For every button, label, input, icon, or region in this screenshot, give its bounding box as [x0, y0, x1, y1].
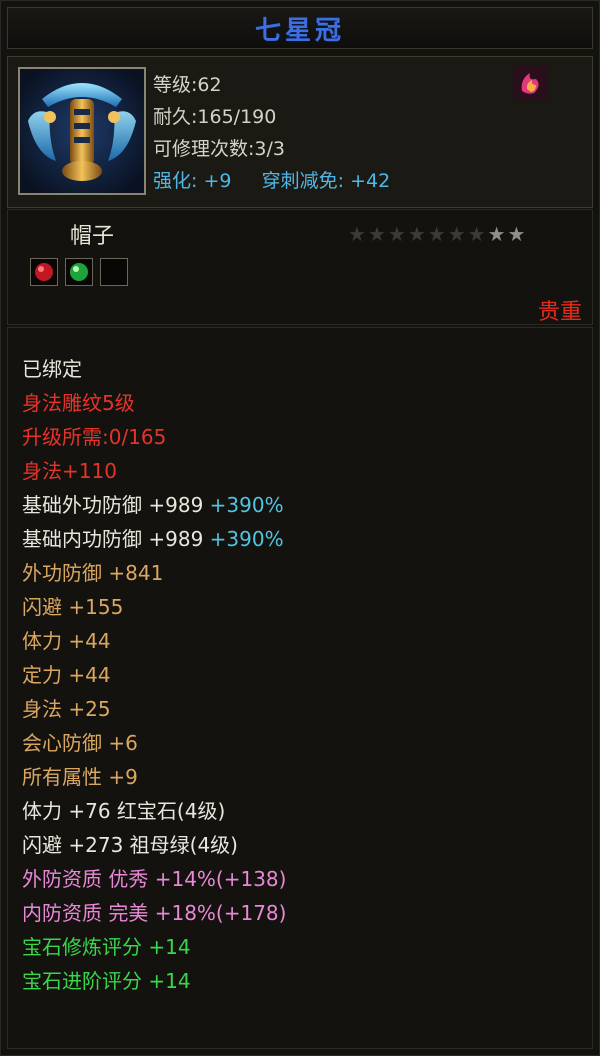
star-rating: ★ ★ ★ ★ ★ ★ ★ ★ ★	[348, 222, 525, 246]
item-stats: 等级:62 耐久:165/190 可修理次数:3/3 强化: +9 穿刺减免: …	[153, 69, 390, 197]
star-icon: ★	[348, 222, 366, 246]
upgrade-requirement: 升级所需:0/165	[22, 425, 167, 449]
durability-text: 耐久:165/190	[153, 106, 277, 128]
score-line: 宝石进阶评分 +14	[22, 969, 191, 993]
item-header-panel: 等级:62 耐久:165/190 可修理次数:3/3 强化: +9 穿刺减免: …	[7, 56, 593, 208]
item-type: 帽子	[70, 224, 115, 249]
pierce-value: +42	[350, 170, 391, 192]
attribute-line: 会心防御 +6	[22, 731, 138, 755]
enhance-value: +9	[203, 170, 232, 192]
attribute-list: 已绑定 身法雕纹5级 升级所需:0/165 身法+110 基础外功防御 +989…	[22, 352, 286, 998]
attribute-line: 基础外功防御 +989 +390%	[22, 488, 286, 522]
rarity-label: 贵重	[537, 300, 582, 325]
enhance-label: 强化:	[153, 170, 198, 192]
star-icon: ★	[507, 222, 526, 246]
title-bar: 七星冠	[7, 7, 593, 49]
attribute-line: 身法 +25	[22, 697, 111, 721]
attribute-line: 定力 +44	[22, 663, 111, 687]
attribute-text: 基础内功防御 +989	[22, 527, 204, 551]
empty-socket[interactable]	[100, 258, 128, 286]
engraving-line: 身法雕纹5级	[22, 391, 135, 415]
ruby-gem-icon[interactable]	[30, 258, 58, 286]
attribute-percent: +390%	[209, 493, 284, 517]
score-line: 宝石修炼评分 +14	[22, 935, 191, 959]
gem-bonus-line: 闪避 +273 祖母绿(4级)	[22, 833, 238, 857]
crown-helmet-icon[interactable]	[18, 67, 146, 195]
attribute-text: 基础外功防御 +989	[22, 493, 204, 517]
repair-count-text: 可修理次数:3/3	[153, 138, 285, 160]
star-icon: ★	[447, 222, 466, 246]
item-title: 七星冠	[254, 15, 345, 46]
attribute-panel: 已绑定 身法雕纹5级 升级所需:0/165 身法+110 基础外功防御 +989…	[7, 327, 593, 1049]
star-icon: ★	[487, 222, 506, 246]
enhance-line: 强化: +9 穿刺减免: +42	[153, 165, 390, 197]
attribute-percent: +390%	[209, 527, 284, 551]
gem-sockets	[30, 258, 128, 286]
bound-status: 已绑定	[22, 357, 82, 381]
star-icon: ★	[407, 222, 426, 246]
attribute-line: 基础内功防御 +989 +390%	[22, 522, 286, 556]
star-icon: ★	[467, 222, 486, 246]
attribute-line: 体力 +44	[22, 629, 111, 653]
pierce-label: 穿刺减免:	[261, 170, 345, 192]
attribute-line: 所有属性 +9	[22, 765, 138, 789]
attribute-line: 外功防御 +841	[22, 561, 164, 585]
item-type-panel: 帽子 ★ ★ ★ ★ ★ ★ ★ ★ ★ 贵重	[7, 209, 593, 325]
item-tooltip: 七星冠 等级:62 耐久:165/190 可修理次数:3/3 强化: +9 穿刺…	[0, 0, 600, 1056]
flame-badge-icon	[514, 65, 548, 99]
gem-bonus-line: 体力 +76 红宝石(4级)	[22, 799, 226, 823]
star-icon: ★	[387, 222, 406, 246]
star-icon: ★	[427, 222, 446, 246]
quality-line: 内防资质 完美 +18%(+178)	[22, 901, 287, 925]
quality-line: 外防资质 优秀 +14%(+138)	[22, 867, 287, 891]
level-text: 等级:62	[153, 74, 222, 96]
star-icon: ★	[367, 222, 386, 246]
emerald-gem-icon[interactable]	[65, 258, 93, 286]
engraving-bonus: 身法+110	[22, 459, 117, 483]
attribute-line: 闪避 +155	[22, 595, 124, 619]
